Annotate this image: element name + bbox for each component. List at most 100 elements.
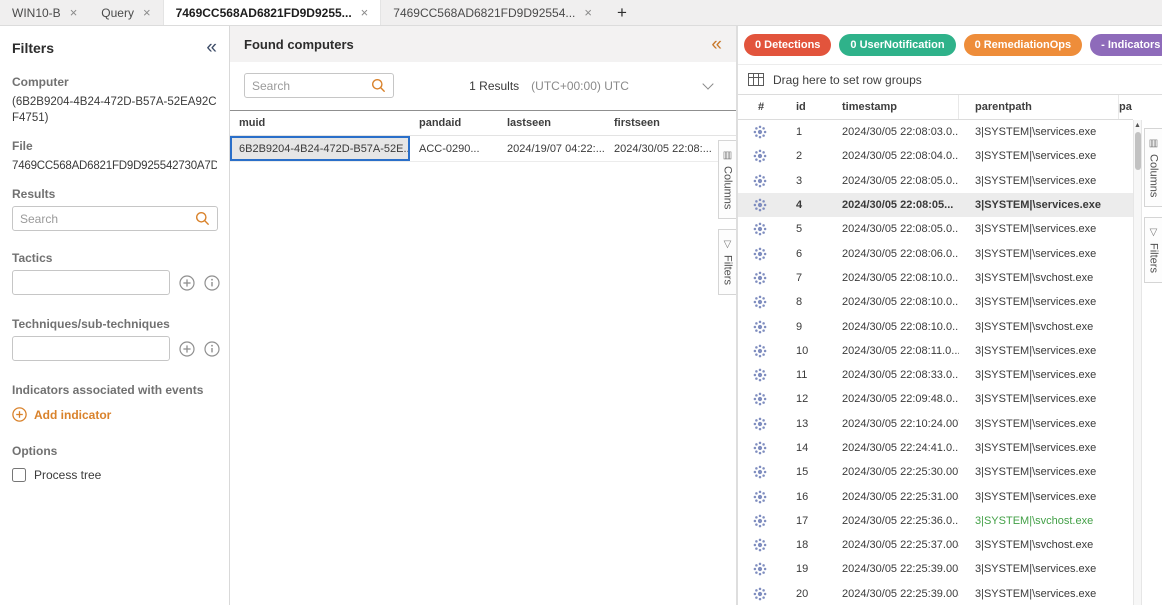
tab-columns[interactable]: ▥ Columns: [1144, 128, 1162, 207]
computers-table: muid pandaid lastseen firstseen 6B2B9204…: [230, 110, 736, 162]
event-id: 17: [780, 515, 826, 527]
columns-icon: ▥: [722, 150, 733, 161]
process-gear-icon[interactable]: [738, 490, 780, 504]
process-gear-icon[interactable]: [738, 465, 780, 479]
event-row[interactable]: 182024/30/05 22:25:37.0083|SYSTEM|\svcho…: [738, 533, 1133, 557]
process-gear-icon[interactable]: [738, 417, 780, 431]
tactics-input[interactable]: [12, 270, 170, 295]
add-technique-icon[interactable]: [179, 341, 195, 357]
search-icon[interactable]: [195, 211, 210, 226]
chevron-down-icon[interactable]: [702, 78, 713, 89]
process-gear-icon[interactable]: [738, 368, 780, 382]
vertical-scrollbar[interactable]: ▲: [1133, 120, 1142, 605]
status-badge-2[interactable]: 0 RemediationOps: [964, 34, 1083, 56]
event-row[interactable]: 192024/30/05 22:25:39.0033|SYSTEM|\servi…: [738, 557, 1133, 581]
process-gear-icon[interactable]: [738, 271, 780, 285]
event-row[interactable]: 202024/30/05 22:25:39.0033|SYSTEM|\servi…: [738, 582, 1133, 605]
process-gear-icon[interactable]: [738, 514, 780, 528]
event-id: 16: [780, 491, 826, 503]
event-id: 10: [780, 345, 826, 357]
tab-close-icon[interactable]: ×: [361, 5, 369, 20]
column-header-id[interactable]: id: [780, 101, 826, 113]
techniques-info-icon[interactable]: [204, 341, 220, 357]
event-row[interactable]: 52024/30/05 22:08:05.0...3|SYSTEM|\servi…: [738, 217, 1133, 241]
event-row[interactable]: 92024/30/05 22:08:10.0...3|SYSTEM|\svcho…: [738, 314, 1133, 338]
tab-1[interactable]: Query×: [89, 0, 162, 25]
tab-close-icon[interactable]: ×: [143, 5, 151, 20]
firstseen-cell[interactable]: 2024/30/05 22:08:...: [605, 136, 715, 161]
column-header-pandaid[interactable]: pandaid: [410, 111, 498, 135]
tab-3[interactable]: 7469CC568AD6821FD9D92554...×: [381, 0, 604, 25]
event-row[interactable]: 162024/30/05 22:25:31.0053|SYSTEM|\servi…: [738, 484, 1133, 508]
event-row[interactable]: 22024/30/05 22:08:04.0...3|SYSTEM|\servi…: [738, 144, 1133, 168]
add-indicator-label: Add indicator: [34, 408, 111, 422]
computer-row[interactable]: 6B2B9204-4B24-472D-B57A-52E... ACC-0290.…: [230, 136, 736, 162]
event-row[interactable]: 62024/30/05 22:08:06.0...3|SYSTEM|\servi…: [738, 241, 1133, 265]
column-header-firstseen[interactable]: firstseen: [605, 111, 715, 135]
process-gear-icon[interactable]: [738, 320, 780, 334]
process-tree-checkbox[interactable]: [12, 468, 26, 482]
techniques-input[interactable]: [12, 336, 170, 361]
event-row[interactable]: 132024/30/05 22:10:24.0073|SYSTEM|\servi…: [738, 412, 1133, 436]
event-row[interactable]: 82024/30/05 22:08:10.0...3|SYSTEM|\servi…: [738, 290, 1133, 314]
tab-filters[interactable]: ▽ Filters: [1144, 217, 1162, 283]
event-row[interactable]: 42024/30/05 22:08:05...3|SYSTEM|\service…: [738, 193, 1133, 217]
search-icon[interactable]: [371, 78, 386, 93]
process-gear-icon[interactable]: [738, 587, 780, 601]
process-gear-icon[interactable]: [738, 198, 780, 212]
event-row[interactable]: 122024/30/05 22:09:48.0...3|SYSTEM|\serv…: [738, 387, 1133, 411]
column-header-path[interactable]: pa: [1119, 101, 1133, 113]
tactics-info-icon[interactable]: [204, 275, 220, 291]
computers-search-input[interactable]: [252, 79, 371, 93]
tab-2[interactable]: 7469CC568AD6821FD9D9255...×: [163, 0, 382, 25]
column-header-parentpath[interactable]: parentpath: [959, 95, 1119, 119]
status-badge-0[interactable]: 0 Detections: [744, 34, 831, 56]
tab-close-icon[interactable]: ×: [584, 5, 592, 20]
column-header-hash[interactable]: #: [738, 101, 780, 113]
tab-filters[interactable]: ▽ Filters: [718, 229, 736, 295]
tab-0[interactable]: WIN10-B×: [0, 0, 89, 25]
computer-value: (6B2B9204-4B24-472D-B57A-52EA92CF4751): [12, 94, 217, 126]
scrollbar-thumb[interactable]: [1135, 132, 1141, 170]
row-groups-dropzone[interactable]: Drag here to set row groups: [738, 64, 1162, 95]
process-gear-icon[interactable]: [738, 441, 780, 455]
process-gear-icon[interactable]: [738, 344, 780, 358]
lastseen-cell[interactable]: 2024/19/07 04:22:...: [498, 136, 605, 161]
column-header-lastseen[interactable]: lastseen: [498, 111, 605, 135]
scroll-up-arrow-icon[interactable]: ▲: [1134, 120, 1141, 131]
collapse-filters-icon[interactable]: «: [206, 38, 217, 57]
status-badge-1[interactable]: 0 UserNotification: [839, 34, 955, 56]
status-badge-3[interactable]: - Indicators: [1090, 34, 1162, 56]
event-row[interactable]: 102024/30/05 22:08:11.0...3|SYSTEM|\serv…: [738, 339, 1133, 363]
event-row[interactable]: 72024/30/05 22:08:10.0...3|SYSTEM|\svcho…: [738, 266, 1133, 290]
column-header-muid[interactable]: muid: [230, 111, 410, 135]
event-row[interactable]: 112024/30/05 22:08:33.0...3|SYSTEM|\serv…: [738, 363, 1133, 387]
process-gear-icon[interactable]: [738, 174, 780, 188]
event-row[interactable]: 142024/30/05 22:24:41.0...3|SYSTEM|\serv…: [738, 436, 1133, 460]
collapse-found-panel-icon[interactable]: «: [711, 35, 722, 54]
results-search-input[interactable]: [20, 212, 195, 226]
muid-cell[interactable]: 6B2B9204-4B24-472D-B57A-52E...: [230, 136, 410, 161]
event-row[interactable]: 32024/30/05 22:08:05.0...3|SYSTEM|\servi…: [738, 169, 1133, 193]
process-gear-icon[interactable]: [738, 562, 780, 576]
add-indicator-button[interactable]: Add indicator: [12, 407, 217, 422]
column-header-timestamp[interactable]: timestamp: [826, 95, 959, 119]
process-gear-icon[interactable]: [738, 538, 780, 552]
event-row[interactable]: 172024/30/05 22:25:36.0...3|SYSTEM|\svch…: [738, 509, 1133, 533]
new-tab-button[interactable]: +: [604, 0, 640, 25]
tab-columns[interactable]: ▥ Columns: [718, 140, 736, 219]
events-side-tabs: ▥ Columns ▽ Filters: [1144, 128, 1162, 283]
add-tactic-icon[interactable]: [179, 275, 195, 291]
event-id: 1: [780, 126, 826, 138]
process-gear-icon[interactable]: [738, 125, 780, 139]
tab-close-icon[interactable]: ×: [70, 5, 78, 20]
pandaid-cell[interactable]: ACC-0290...: [410, 136, 498, 161]
process-gear-icon[interactable]: [738, 149, 780, 163]
process-gear-icon[interactable]: [738, 392, 780, 406]
process-gear-icon[interactable]: [738, 295, 780, 309]
event-row[interactable]: 12024/30/05 22:08:03.0...3|SYSTEM|\servi…: [738, 120, 1133, 144]
event-id: 12: [780, 393, 826, 405]
process-gear-icon[interactable]: [738, 222, 780, 236]
process-gear-icon[interactable]: [738, 247, 780, 261]
event-row[interactable]: 152024/30/05 22:25:30.0073|SYSTEM|\servi…: [738, 460, 1133, 484]
